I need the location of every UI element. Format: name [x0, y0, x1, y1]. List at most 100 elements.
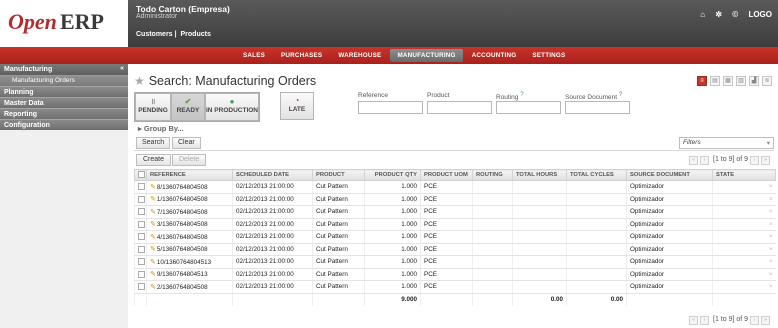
favorite-star-icon[interactable]: ★ — [134, 74, 145, 88]
menu-item-manufacturing[interactable]: MANUFACTURING — [390, 49, 463, 62]
column-header[interactable]: SOURCE DOCUMENT — [626, 169, 713, 181]
column-header[interactable]: TOTAL HOURS — [512, 169, 567, 181]
form-view-icon[interactable]: ▤ — [710, 76, 720, 86]
reference-value[interactable]: 3/1360764804508 — [157, 221, 208, 228]
graph-view-icon[interactable]: ▟ — [749, 76, 759, 86]
column-header[interactable]: TOTAL CYCLES — [566, 169, 627, 181]
edit-pencil-icon[interactable]: ✎ — [150, 221, 156, 228]
table-row[interactable]: ✎5/1360764804508 02/12/2013 21:00:00 Cut P… — [134, 243, 776, 256]
first-page-icon[interactable]: « — [689, 156, 699, 165]
preferences-icon[interactable]: ✲ — [715, 10, 722, 19]
menu-item-settings[interactable]: SETTINGS — [525, 49, 572, 62]
reference-input[interactable] — [358, 101, 423, 114]
clear-button[interactable]: Clear — [172, 137, 201, 149]
delete-row-icon[interactable]: × — [769, 196, 773, 203]
sidebar-item-configuration[interactable]: Configuration — [0, 119, 128, 130]
source-document-help-icon[interactable]: ? — [619, 92, 622, 98]
sidebar-item-planning[interactable]: Planning — [0, 86, 128, 97]
row-checkbox[interactable] — [134, 193, 147, 206]
list-view-icon[interactable]: ≡ — [697, 76, 707, 86]
table-row[interactable]: ✎8/1360764804508 02/12/2013 21:00:00 Cut P… — [134, 180, 776, 194]
table-row[interactable]: ✎9/1360764804513 02/12/2013 21:00:00 Cut P… — [134, 268, 776, 281]
delete-row-icon[interactable]: × — [769, 208, 773, 215]
filter-late-button[interactable]: ◔ LATE — [280, 92, 314, 120]
menu-item-warehouse[interactable]: WAREHOUSE — [331, 49, 388, 62]
edit-pencil-icon[interactable]: ✎ — [150, 271, 156, 278]
delete-button[interactable]: Delete — [172, 154, 207, 166]
reference-value[interactable]: 7/1360764804508 — [157, 209, 208, 216]
search-button[interactable]: Search — [136, 137, 171, 149]
table-row[interactable]: ✎4/1360764804508 02/12/2013 21:00:00 Cut P… — [134, 230, 776, 244]
column-header[interactable]: SCHEDULED DATE — [232, 169, 313, 181]
reference-value[interactable]: 4/1360764804508 — [157, 234, 208, 241]
column-header[interactable]: PRODUCT QTY — [364, 169, 421, 181]
delete-row-icon[interactable]: × — [769, 246, 773, 253]
reference-value[interactable]: 10/1360764804513 — [157, 259, 211, 266]
group-by-toggle[interactable]: ▸ Group By... — [138, 124, 184, 133]
create-button[interactable]: Create — [136, 154, 172, 166]
calendar-view-icon[interactable]: ▦ — [723, 76, 733, 86]
sidebar-item-reporting[interactable]: Reporting — [0, 108, 128, 119]
delete-row-icon[interactable]: × — [769, 221, 773, 228]
home-icon[interactable]: ⌂ — [700, 10, 705, 19]
sidebar-item-manufacturing-orders[interactable]: Manufacturing Orders — [0, 76, 128, 86]
menu-item-accounting[interactable]: ACCOUNTING — [465, 49, 524, 62]
column-header[interactable]: ROUTING — [472, 169, 513, 181]
table-row[interactable]: ✎10/1360764804513 02/12/2013 21:00:00 Cut … — [134, 255, 776, 269]
reference-value[interactable]: 1/1360764804508 — [157, 196, 208, 203]
collapse-sidebar-icon[interactable]: « — [120, 65, 124, 72]
next-page-icon[interactable]: › — [750, 156, 759, 165]
pager-status[interactable]: [1 to 9] of 9 — [713, 316, 748, 323]
edit-pencil-icon[interactable]: ✎ — [150, 184, 156, 191]
column-header[interactable]: PRODUCT UOM — [420, 169, 473, 181]
edit-pencil-icon[interactable]: ✎ — [150, 209, 156, 216]
pager-status[interactable]: [1 to 9] of 9 — [713, 156, 748, 163]
delete-row-icon[interactable]: × — [769, 271, 773, 278]
row-checkbox[interactable] — [134, 280, 147, 294]
edit-pencil-icon[interactable]: ✎ — [150, 246, 156, 253]
delete-row-icon[interactable]: × — [769, 183, 773, 190]
openerp-logo[interactable]: Open ERP — [0, 0, 128, 47]
edit-pencil-icon[interactable]: ✎ — [150, 196, 156, 203]
shortcut-products[interactable]: Products — [181, 31, 211, 38]
filter-ready-button[interactable]: ✔ READY — [171, 93, 205, 121]
diagram-view-icon[interactable]: ≋ — [762, 76, 772, 86]
row-checkbox[interactable] — [134, 243, 147, 256]
reference-value[interactable]: 8/1360764804508 — [157, 184, 208, 191]
routing-input[interactable] — [496, 101, 561, 114]
last-page-icon[interactable]: » — [761, 316, 770, 325]
filter-pending-button[interactable]: ॥ PENDING — [135, 93, 171, 121]
filter-in-production-button[interactable]: ● IN PRODUCTION — [205, 93, 259, 121]
table-row[interactable]: ✎3/1360764804508 02/12/2013 21:00:00 Cut P… — [134, 218, 776, 231]
delete-row-icon[interactable]: × — [769, 283, 773, 290]
prev-page-icon[interactable]: ‹ — [700, 156, 710, 165]
menu-item-sales[interactable]: SALES — [236, 49, 272, 62]
sidebar-section-manufacturing[interactable]: Manufacturing « — [0, 64, 128, 76]
edit-pencil-icon[interactable]: ✎ — [150, 284, 156, 291]
reference-value[interactable]: 5/1360764804508 — [157, 246, 208, 253]
column-header[interactable]: PRODUCT — [312, 169, 365, 181]
routing-help-icon[interactable]: ? — [520, 92, 523, 98]
edit-pencil-icon[interactable]: ✎ — [150, 234, 156, 241]
help-icon[interactable]: © — [732, 10, 738, 19]
row-checkbox[interactable] — [134, 268, 147, 281]
table-row[interactable]: ✎7/1360764804508 02/12/2013 21:00:00 Cut P… — [134, 205, 776, 219]
menu-item-purchases[interactable]: PURCHASES — [274, 49, 329, 62]
edit-pencil-icon[interactable]: ✎ — [150, 259, 156, 266]
row-checkbox[interactable] — [134, 180, 147, 194]
first-page-icon[interactable]: « — [689, 316, 699, 325]
reference-value[interactable]: 9/1360764804513 — [157, 271, 208, 278]
prev-page-icon[interactable]: ‹ — [700, 316, 710, 325]
next-page-icon[interactable]: › — [750, 316, 759, 325]
row-checkbox[interactable] — [134, 205, 147, 219]
row-checkbox[interactable] — [134, 255, 147, 269]
gantt-view-icon[interactable]: ▥ — [736, 76, 746, 86]
delete-row-icon[interactable]: × — [769, 258, 773, 265]
shortcut-customers[interactable]: Customers — [136, 31, 173, 38]
row-checkbox[interactable] — [134, 230, 147, 244]
select-all-checkbox[interactable] — [134, 169, 147, 181]
reference-value[interactable]: 2/1360764804508 — [157, 284, 208, 291]
row-checkbox[interactable] — [134, 218, 147, 231]
last-page-icon[interactable]: » — [761, 156, 770, 165]
table-row[interactable]: ✎2/1360764804508 02/12/2013 21:00:00 Cut P… — [134, 280, 776, 294]
